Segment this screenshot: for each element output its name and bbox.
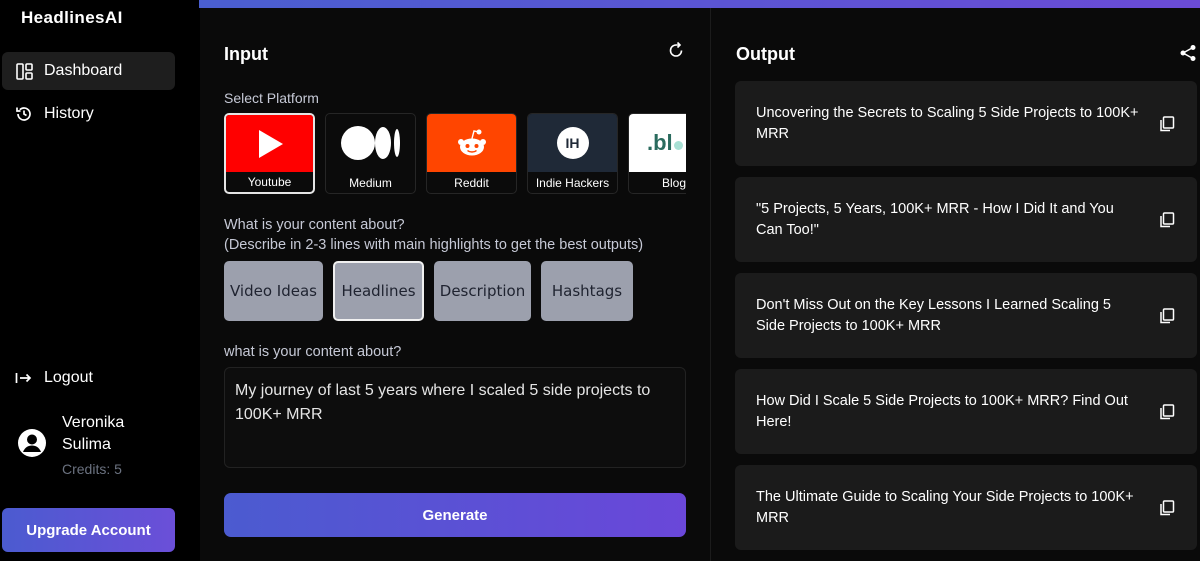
type-headlines-button[interactable]: Headlines [333, 261, 424, 321]
output-text: "5 Projects, 5 Years, 100K+ MRR - How I … [756, 200, 1114, 238]
user-name: Veronika Sulima [62, 414, 125, 453]
youtube-logo-icon [226, 115, 313, 172]
copy-icon[interactable] [1159, 115, 1175, 132]
logout-icon [14, 368, 34, 388]
output-card: The Ultimate Guide to Scaling Your Side … [735, 465, 1197, 550]
platform-label: Reddit [454, 176, 489, 190]
logout-button[interactable]: Logout [2, 359, 175, 397]
share-icon[interactable] [1179, 44, 1197, 62]
blog-logo-icon: .bl [629, 114, 686, 172]
platform-reddit[interactable]: Reddit [426, 113, 517, 194]
type-description-button[interactable]: Description [434, 261, 531, 321]
generate-button[interactable]: Generate [224, 493, 686, 537]
logout-label: Logout [44, 369, 93, 386]
output-card: Uncovering the Secrets to Scaling 5 Side… [735, 81, 1197, 166]
history-icon [14, 104, 34, 124]
content-prompt-line-2: (Describe in 2-3 lines with main highlig… [224, 237, 644, 253]
sidebar-item-label: Dashboard [44, 62, 123, 79]
sidebar-item-history[interactable]: History [2, 95, 175, 133]
platform-youtube[interactable]: Youtube [224, 113, 315, 194]
content-field-label: what is your content about? [224, 344, 402, 360]
indie-hackers-logo-icon: IH [528, 114, 617, 172]
avatar-icon [17, 428, 47, 458]
blog-logo-dot [673, 140, 683, 150]
reddit-logo-icon [427, 114, 516, 172]
top-accent-bar [199, 0, 1200, 8]
blog-logo-text: .bl [647, 130, 673, 155]
type-video-ideas-button[interactable]: Video Ideas [224, 261, 323, 321]
output-text: How Did I Scale 5 Side Projects to 100K+… [756, 392, 1128, 430]
platform-medium[interactable]: Medium [325, 113, 416, 194]
copy-icon[interactable] [1159, 403, 1175, 420]
platform-blog[interactable]: .bl Blog [628, 113, 686, 194]
medium-logo-icon [326, 114, 415, 172]
sidebar-item-dashboard[interactable]: Dashboard [2, 52, 175, 90]
copy-icon[interactable] [1159, 211, 1175, 228]
copy-icon[interactable] [1159, 499, 1175, 516]
sidebar-item-label: History [44, 105, 94, 122]
output-card: How Did I Scale 5 Side Projects to 100K+… [735, 369, 1197, 454]
output-card: "5 Projects, 5 Years, 100K+ MRR - How I … [735, 177, 1197, 262]
output-text: The Ultimate Guide to Scaling Your Side … [756, 488, 1134, 526]
user-profile: Veronika Sulima Credits: 5 [17, 410, 187, 482]
content-textarea[interactable]: My journey of last 5 years where I scale… [224, 367, 686, 468]
type-hashtags-button[interactable]: Hashtags [541, 261, 633, 321]
sidebar: HeadlinesAI Dashboard History Logout Ver… [0, 0, 199, 561]
output-text: Don't Miss Out on the Key Lessons I Lear… [756, 296, 1111, 334]
brand-logo: HeadlinesAI [21, 8, 123, 27]
output-card: Don't Miss Out on the Key Lessons I Lear… [735, 273, 1197, 358]
platform-label: Indie Hackers [535, 176, 610, 190]
upgrade-account-button[interactable]: Upgrade Account [2, 508, 175, 552]
output-title: Output [736, 44, 795, 64]
platform-indie-hackers[interactable]: IH Indie Hackers [527, 113, 618, 194]
platform-label: Youtube [247, 175, 292, 189]
copy-icon[interactable] [1159, 307, 1175, 324]
content-prompt-line-1: What is your content about? [224, 217, 405, 233]
input-title: Input [224, 44, 268, 64]
indie-hackers-logo-text: IH [556, 127, 589, 159]
refresh-icon[interactable] [667, 41, 685, 59]
platform-label: Blog [661, 176, 686, 190]
platform-label: Medium [349, 176, 392, 190]
dashboard-icon [14, 61, 34, 81]
output-text: Uncovering the Secrets to Scaling 5 Side… [756, 104, 1139, 142]
select-platform-label: Select Platform [224, 90, 319, 106]
credits-label: Credits: 5 [62, 461, 122, 477]
